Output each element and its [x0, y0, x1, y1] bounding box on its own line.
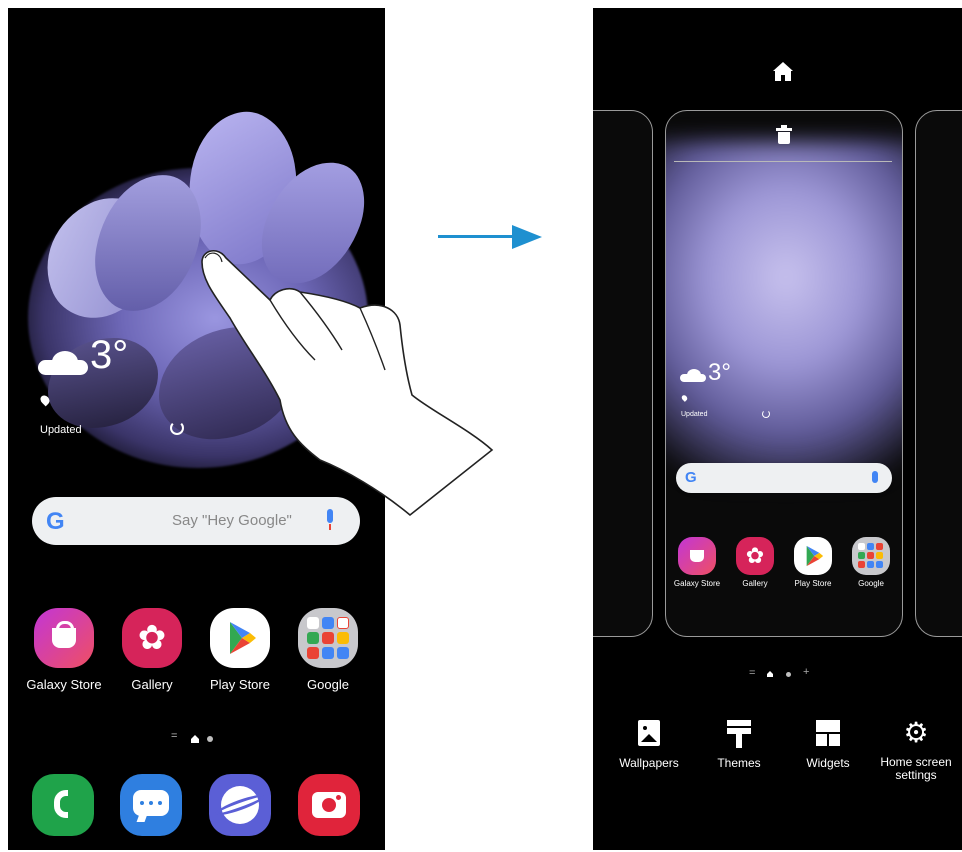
cloud-icon: [680, 369, 706, 382]
delete-icon[interactable]: [776, 125, 792, 145]
widgets-button[interactable]: Widgets: [788, 720, 868, 770]
widgets-icon: [816, 720, 840, 746]
app-gallery[interactable]: ✿ Gallery: [110, 608, 194, 692]
updated-label: Updated: [681, 411, 708, 418]
tool-label: Home screen settings: [880, 755, 952, 782]
tool-label: Wallpapers: [619, 756, 679, 770]
app-label: Google: [307, 677, 349, 692]
app-galaxy-store[interactable]: Galaxy Store: [22, 608, 106, 692]
cloud-icon: [38, 351, 88, 375]
gallery-icon: ✿: [736, 537, 774, 575]
location-pin-icon: [38, 393, 52, 407]
add-page-icon[interactable]: +: [803, 666, 809, 678]
home-screen-phone: 3° Updated G Say "Hey Google" Galaxy Sto…: [8, 8, 385, 850]
updated-label: Updated: [40, 424, 82, 436]
galaxy-store-icon: [678, 537, 716, 575]
tool-label: Themes: [717, 756, 761, 770]
google-g-icon: G: [685, 469, 697, 486]
play-store-icon: [794, 537, 832, 575]
microphone-icon[interactable]: [324, 509, 336, 533]
home-icon: [773, 62, 793, 82]
edit-mode-phone: 3° Updated G Galaxy Store ✿ Gallery Play…: [593, 8, 962, 850]
page-dot: [207, 736, 213, 742]
app-label: Galaxy Store: [26, 677, 102, 692]
tool-label: Widgets: [806, 756, 850, 770]
weather-widget[interactable]: 3° Updated: [38, 333, 238, 443]
page-indicator-list: =: [171, 730, 178, 742]
app-label: Play Store: [210, 677, 270, 692]
gallery-icon: ✿: [122, 608, 182, 668]
galaxy-store-icon: [34, 608, 94, 668]
google-folder-icon: [298, 608, 358, 668]
themes-button[interactable]: Themes: [699, 720, 779, 770]
app-galaxy-store: Galaxy Store: [668, 537, 726, 588]
phone-icon[interactable]: [32, 774, 94, 836]
google-search-bar: G: [676, 463, 892, 493]
app-play-store[interactable]: Play Store: [198, 608, 282, 692]
app-gallery: ✿ Gallery: [726, 537, 784, 588]
settings-icon: ⚙: [903, 717, 929, 748]
app-label: Gallery: [742, 579, 768, 588]
app-label: Galaxy Store: [673, 579, 721, 588]
app-label: Gallery: [131, 677, 173, 692]
page-indicator-list: =: [749, 667, 756, 679]
messages-icon[interactable]: [120, 774, 182, 836]
previous-page-preview[interactable]: [593, 110, 653, 637]
page-dot: [786, 672, 791, 677]
page-indicator[interactable]: = +: [749, 666, 829, 682]
next-page-preview[interactable]: [915, 110, 962, 637]
app-label: Google: [858, 579, 884, 588]
app-play-store: Play Store: [784, 537, 842, 588]
wallpaper-flower-blurred: [666, 141, 902, 481]
refresh-icon[interactable]: [170, 421, 184, 435]
google-search-bar[interactable]: G Say "Hey Google": [32, 497, 360, 545]
search-placeholder: Say "Hey Google": [172, 512, 292, 529]
page-indicator[interactable]: =: [171, 730, 231, 746]
refresh-icon: [762, 410, 770, 418]
temperature: 3°: [708, 359, 731, 386]
microphone-icon: [872, 471, 878, 483]
current-page-preview[interactable]: 3° Updated G Galaxy Store ✿ Gallery Play…: [665, 110, 903, 637]
wallpapers-icon: [638, 720, 660, 746]
divider: [674, 161, 892, 162]
themes-icon: [727, 720, 751, 748]
google-g-icon: G: [46, 508, 65, 535]
play-store-icon: [210, 608, 270, 668]
app-google-folder: Google: [842, 537, 900, 588]
wallpapers-button[interactable]: Wallpapers: [609, 720, 689, 770]
app-google-folder[interactable]: Google: [286, 608, 370, 692]
internet-icon[interactable]: [209, 774, 271, 836]
app-label: Play Store: [794, 579, 832, 588]
transition-arrow-icon: [438, 225, 542, 249]
home-screen-settings-button[interactable]: ⚙ Home screen settings: [873, 717, 959, 782]
temperature: 3°: [90, 333, 129, 377]
camera-icon[interactable]: [298, 774, 360, 836]
google-folder-icon: [852, 537, 890, 575]
